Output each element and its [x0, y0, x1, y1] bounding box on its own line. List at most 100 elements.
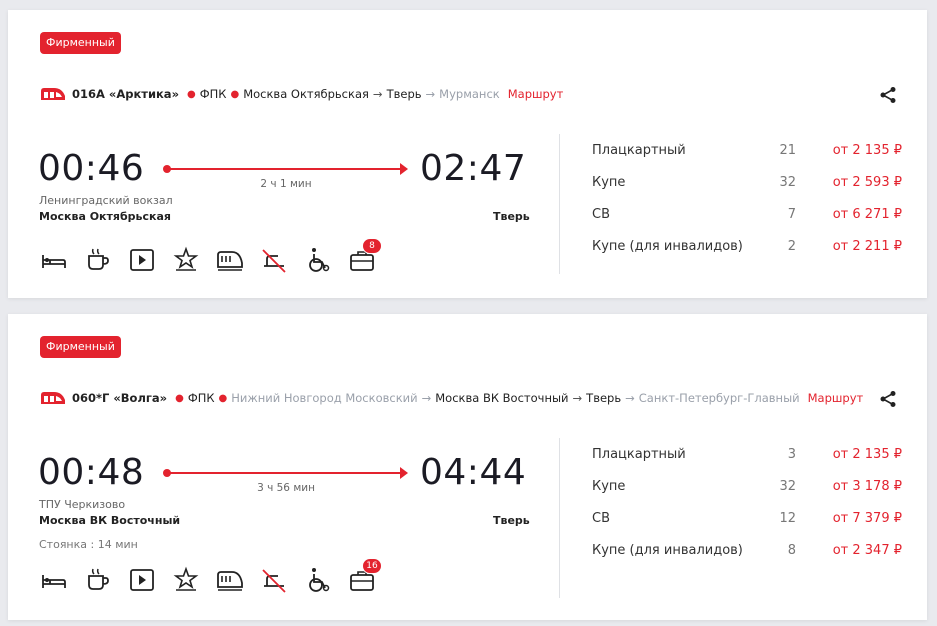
vertical-divider — [559, 438, 560, 598]
train-card[interactable]: Фирменный 016А «Арктика» ● ФПК ● Москва … — [8, 10, 927, 298]
services-bag-icon[interactable]: 8 — [348, 238, 382, 274]
class-row[interactable]: Купе (для инвалидов) 2 от 2 211 ₽ — [592, 239, 902, 271]
video-play-icon[interactable] — [128, 246, 156, 274]
class-row[interactable]: Плацкартный 21 от 2 135 ₽ — [592, 143, 902, 175]
arrival-station: Тверь — [493, 210, 530, 223]
route-from: Москва Октябрьская — [243, 87, 369, 101]
arrow-right-icon: → — [625, 391, 635, 405]
seat-count: 32 — [779, 479, 796, 494]
class-price[interactable]: от 7 379 ₽ — [833, 511, 902, 526]
class-name: Плацкартный — [592, 143, 686, 158]
video-play-icon[interactable] — [128, 566, 156, 594]
coffee-cup-icon[interactable] — [84, 246, 112, 274]
class-name: Купе — [592, 175, 626, 190]
arrival-station: Тверь — [493, 514, 530, 527]
carrier-name: ФПК — [187, 391, 215, 405]
branded-badge: Фирменный — [40, 32, 121, 54]
class-name: СВ — [592, 511, 610, 526]
train-card[interactable]: Фирменный 060*Г «Волга» ● ФПК ● Нижний Н… — [8, 314, 927, 620]
class-price[interactable]: от 2 211 ₽ — [833, 239, 902, 254]
separator-dot: ● — [218, 392, 228, 404]
route-final: Санкт-Петербург-Главный — [638, 391, 800, 405]
departure-station: Москва ВК Восточный — [39, 514, 181, 527]
wheelchair-icon[interactable] — [304, 566, 332, 594]
coffee-cup-icon[interactable] — [84, 566, 112, 594]
train-car-icon[interactable] — [216, 246, 244, 274]
class-list: Плацкартный 3 от 2 135 ₽ Купе 32 от 3 17… — [592, 447, 902, 575]
class-price[interactable]: от 2 347 ₽ — [833, 543, 902, 558]
train-car-icon[interactable] — [216, 566, 244, 594]
class-name: Купе — [592, 479, 626, 494]
route-to: Тверь — [386, 87, 422, 101]
no-pets-icon[interactable] — [260, 246, 288, 274]
route-final: Мурманск — [439, 87, 500, 101]
class-row[interactable]: Купе (для инвалидов) 8 от 2 347 ₽ — [592, 543, 902, 575]
track-start-dot — [163, 469, 171, 477]
separator-dot: ● — [175, 392, 184, 404]
trip-duration: 2 ч 1 мин — [260, 178, 312, 190]
trip-duration: 3 ч 56 мин — [257, 482, 315, 494]
departure-time: 00:46 — [38, 148, 145, 189]
class-row[interactable]: Купе 32 от 3 178 ₽ — [592, 479, 902, 511]
track-start-dot — [163, 165, 171, 173]
seat-count: 7 — [787, 207, 796, 222]
class-row[interactable]: Плацкартный 3 от 2 135 ₽ — [592, 447, 902, 479]
train-number[interactable]: 016А «Арктика» — [72, 87, 179, 101]
seat-count: 2 — [787, 239, 796, 254]
arrow-right-icon: → — [421, 391, 432, 405]
departure-station-sub: ТПУ Черкизово — [39, 498, 126, 511]
branded-badge: Фирменный — [40, 336, 121, 358]
wheelchair-icon[interactable] — [304, 246, 332, 274]
arrow-right-icon: → — [425, 87, 436, 101]
vertical-divider — [559, 134, 560, 274]
seat-count: 8 — [787, 543, 796, 558]
carrier-name: ФПК — [199, 87, 227, 101]
star-icon[interactable] — [172, 246, 200, 274]
departure-station-sub: Ленинградский вокзал — [39, 194, 173, 207]
class-row[interactable]: Купе 32 от 2 593 ₽ — [592, 175, 902, 207]
route-origin: Нижний Новгород Московский — [231, 391, 418, 405]
services-icons: 8 — [40, 238, 382, 274]
train-route-line: 016А «Арктика» ● ФПК ● Москва Октябрьска… — [40, 86, 887, 102]
arrow-right-icon: → — [572, 391, 583, 405]
class-price[interactable]: от 6 271 ₽ — [833, 207, 902, 222]
star-icon[interactable] — [172, 566, 200, 594]
track-end-arrow-icon — [400, 467, 408, 479]
train-route-line: 060*Г «Волга» ● ФПК ● Нижний Новгород Мо… — [40, 390, 887, 406]
services-bag-icon[interactable]: 16 — [348, 558, 382, 594]
route-link[interactable]: Маршрут — [508, 87, 564, 101]
stop-duration: Стоянка : 14 мин — [39, 538, 138, 551]
separator-dot: ● — [230, 88, 240, 100]
class-price[interactable]: от 2 135 ₽ — [833, 143, 902, 158]
class-name: Плацкартный — [592, 447, 686, 462]
separator-dot: ● — [187, 88, 196, 100]
train-number[interactable]: 060*Г «Волга» — [72, 391, 167, 405]
seat-count: 3 — [787, 447, 796, 462]
seat-count: 12 — [779, 511, 796, 526]
arrow-right-icon: → — [372, 87, 383, 101]
class-price[interactable]: от 3 178 ₽ — [833, 479, 902, 494]
class-price[interactable]: от 2 593 ₽ — [833, 175, 902, 190]
route-link[interactable]: Маршрут — [808, 391, 864, 405]
route-from: Москва ВК Восточный — [435, 391, 569, 405]
services-count-badge: 8 — [362, 238, 382, 254]
share-icon[interactable] — [879, 86, 897, 104]
bed-icon[interactable] — [40, 566, 68, 594]
services-icons: 16 — [40, 558, 382, 594]
train-logo-icon — [41, 88, 65, 100]
class-list: Плацкартный 21 от 2 135 ₽ Купе 32 от 2 5… — [592, 143, 902, 271]
class-name: СВ — [592, 207, 610, 222]
class-price[interactable]: от 2 135 ₽ — [833, 447, 902, 462]
seat-count: 21 — [779, 143, 796, 158]
trip-track — [163, 163, 408, 175]
class-name: Купе (для инвалидов) — [592, 239, 743, 254]
share-icon[interactable] — [879, 390, 897, 408]
class-row[interactable]: СВ 12 от 7 379 ₽ — [592, 511, 902, 543]
services-count-badge: 16 — [362, 558, 382, 574]
bed-icon[interactable] — [40, 246, 68, 274]
no-pets-icon[interactable] — [260, 566, 288, 594]
departure-time: 00:48 — [38, 452, 145, 493]
arrival-time: 02:47 — [420, 148, 527, 189]
trip-track — [163, 467, 408, 479]
class-row[interactable]: СВ 7 от 6 271 ₽ — [592, 207, 902, 239]
